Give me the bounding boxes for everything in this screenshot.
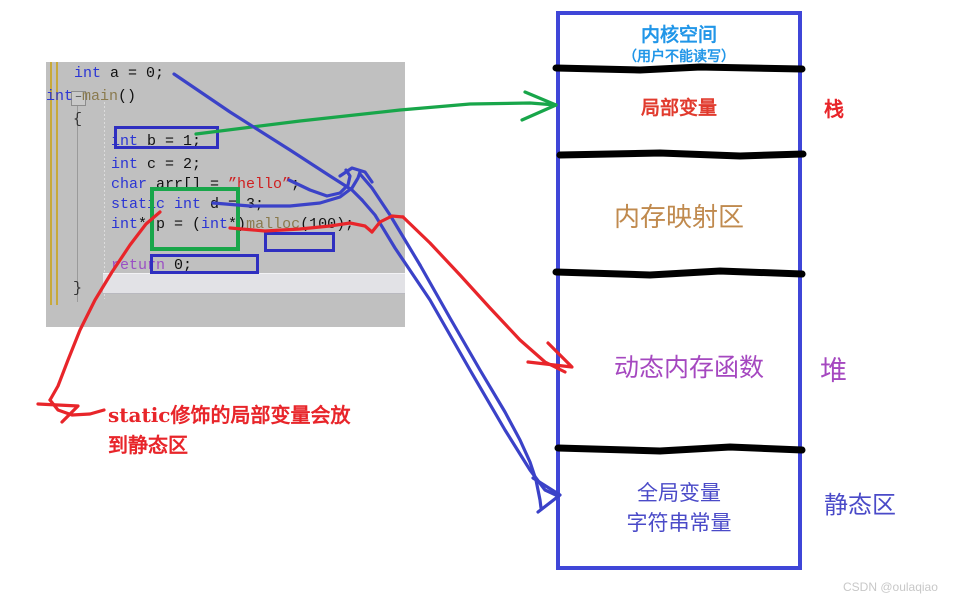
code-token: int [46,88,74,105]
code-token: { [73,111,83,128]
segment-label-static: 全局变量 字符串常量 [626,481,732,535]
code-token: int [74,65,102,82]
code-token: int [111,156,139,173]
code-token: c = 2; [138,156,202,173]
code-line: { [73,112,82,127]
code-token: main [82,88,119,105]
code-token: () [118,88,137,105]
segment-label-kernel: 内核空间 [640,24,717,46]
segment-label-heap: 动态内存函数 [613,353,764,382]
segment-label-stack: 局部变量 [640,97,717,119]
indent-guide [104,94,105,299]
code-token: (100); [300,216,355,233]
side-label-heap: 堆 [820,356,847,387]
code-line: int main() [46,89,136,104]
segment-label-mmap: 内存映射区 [613,203,744,233]
code-line: int c = 2; [111,157,201,172]
code-token: int [111,216,139,233]
current-line-highlight [103,273,405,294]
static-variable-note: static修饰的局部变量会放 到静态区 [108,403,351,457]
side-label-static: 静态区 [824,491,896,519]
watermark: CSDN @oulaqiao [843,580,938,594]
code-line: int a = 0; [74,66,164,81]
annotation-box-local-variables [150,187,240,251]
code-token: } [73,280,83,297]
code-token: ; [291,176,301,193]
scope-collapse-bar [77,106,78,302]
code-line: } [73,281,82,296]
code-token: char [111,176,148,193]
side-label-stack: 栈 [824,97,844,121]
code-token: a = 0; [101,65,165,82]
code-editor-panel[interactable]: − int a = 0; int main(){int b = 1; int c =… [46,62,405,327]
annotation-box-global-variable [114,126,219,149]
segment-sublabel-kernel: （用户不能读写） [623,49,735,65]
annotation-box-static-variable [150,254,259,274]
code-token: malloc [246,216,301,233]
annotation-box-string-literal [264,232,335,252]
